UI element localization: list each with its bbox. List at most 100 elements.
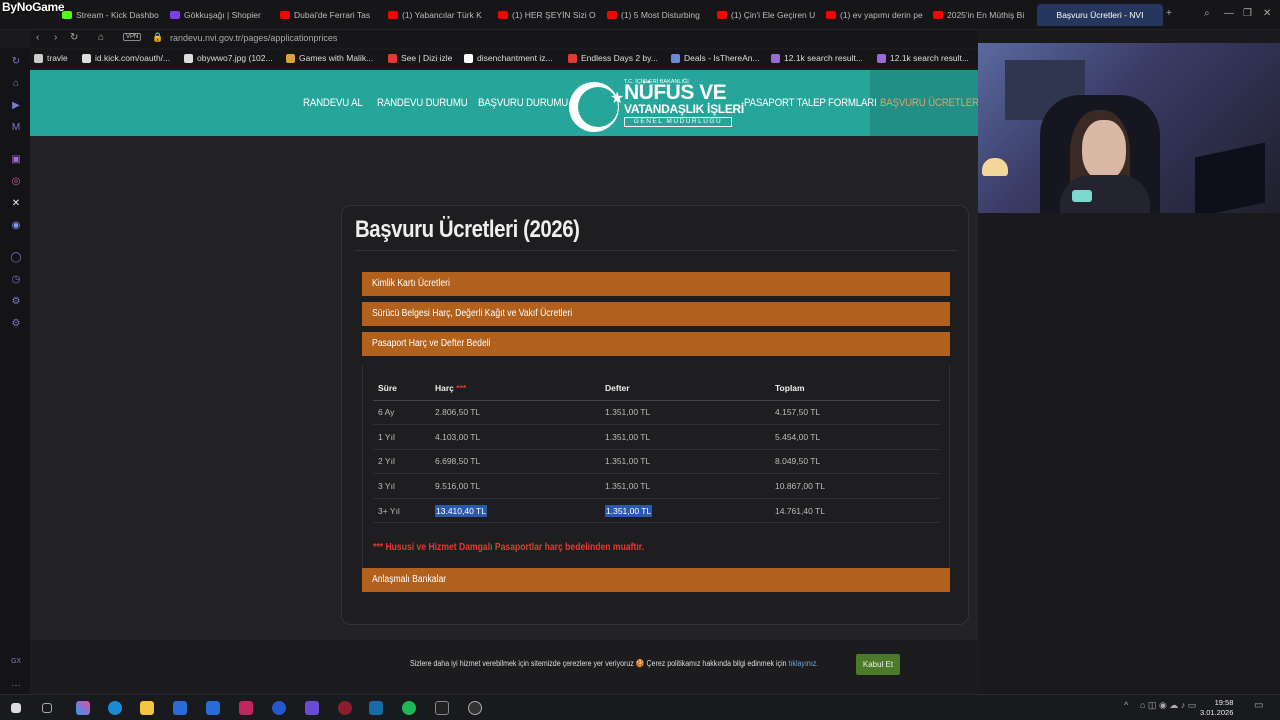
obs-icon[interactable]: [468, 701, 482, 715]
bookmark-item[interactable]: Games with Malik...: [286, 53, 373, 63]
browser-tab[interactable]: (1) Çin'i Ele Geçiren U: [717, 5, 815, 25]
bookmark-favicon-icon: [877, 53, 886, 63]
minimize-icon[interactable]: —: [1224, 8, 1234, 19]
settings-icon[interactable]: ⚙: [10, 318, 22, 330]
gx-icon[interactable]: GX: [10, 656, 22, 668]
webcam-face: [1082, 120, 1126, 180]
browser-tab[interactable]: Dubai'de Ferrari Tas: [280, 5, 378, 25]
table-cell: 13.410,40 TL: [430, 498, 600, 524]
table-cell: 2.806,50 TL: [430, 400, 600, 426]
store-icon[interactable]: [173, 701, 187, 715]
right-empty-area: [978, 213, 1280, 694]
x-icon[interactable]: ✕: [10, 198, 22, 210]
search-icon[interactable]: ⌕: [1204, 8, 1210, 19]
bookmark-item[interactable]: 12.1k search result...: [771, 53, 863, 63]
clock-icon[interactable]: ◷: [10, 274, 22, 286]
table-cell: 1.351,00 TL: [600, 400, 770, 426]
tab-favicon-icon: [170, 11, 180, 19]
accordion-surucu[interactable]: Sürücü Belgesi Harç, Değerli Kağıt ve Va…: [362, 302, 950, 326]
messenger-icon[interactable]: M: [10, 122, 22, 134]
app-icon-3[interactable]: [305, 701, 319, 715]
app-icon-1[interactable]: [239, 701, 253, 715]
notification-icon[interactable]: ▭: [1254, 700, 1263, 711]
bookmark-item[interactable]: Deals - IsThereAn...: [671, 53, 760, 63]
bookmark-item[interactable]: travle: [34, 53, 68, 63]
web-page: RANDEVU AL RANDEVU DURUMU BAŞVURU DURUMU…: [30, 70, 978, 694]
player-icon[interactable]: ▶: [10, 100, 22, 112]
browser-tab[interactable]: Stream - Kick Dashbo: [62, 5, 160, 25]
menu-pasaport-talep[interactable]: PASAPORT TALEP FORMLARI: [744, 97, 877, 109]
lock-icon[interactable]: 🔒: [152, 32, 163, 43]
tab-active[interactable]: Başvuru Ücretleri - NVI: [1037, 4, 1163, 26]
extension-icon[interactable]: ⚙: [10, 296, 22, 308]
bookmark-item[interactable]: id.kick.com/oauth/...: [82, 53, 170, 63]
bookmark-item[interactable]: 12.1k search result...: [877, 53, 969, 63]
epic-games-icon[interactable]: [435, 701, 449, 715]
table-cell: 5.454,00 TL: [770, 424, 940, 450]
maximize-icon[interactable]: ❐: [1243, 8, 1252, 19]
steam-icon[interactable]: [369, 701, 383, 715]
bookmark-label: Games with Malik...: [299, 53, 374, 63]
bookmark-item[interactable]: obywwo7.jpg (102...: [184, 53, 273, 63]
forward-icon[interactable]: ›: [54, 32, 57, 43]
vpn-badge[interactable]: VPN: [123, 33, 142, 41]
tab-favicon-icon: [826, 11, 836, 19]
url-field[interactable]: randevu.nvi.gov.tr/pages/applicationpric…: [170, 33, 337, 43]
menu-randevu-durumu[interactable]: RANDEVU DURUMU: [377, 97, 468, 109]
menu-basvuru-ucretleri[interactable]: BAŞVURU ÜCRETLERİ: [880, 97, 978, 109]
bookmark-item[interactable]: See | Dizi izle: [388, 53, 452, 63]
reload-icon[interactable]: ↻: [70, 32, 78, 43]
discord-icon[interactable]: ◉: [10, 220, 22, 232]
bookmark-favicon-icon: [286, 53, 295, 63]
table-cell: 1.351,00 TL: [600, 498, 770, 524]
tab-label: (1) Yabancılar Türk K: [402, 10, 482, 20]
mail-icon[interactable]: [206, 701, 220, 715]
browser-tab-bar: ByNoGame Stream - Kick Dashbo Gökkuşağı |…: [0, 0, 1280, 30]
stream-overlay-logo: ByNoGame: [2, 0, 65, 14]
menu-basvuru-durumu[interactable]: BAŞVURU DURUMU: [478, 97, 568, 109]
history-icon[interactable]: ↻: [10, 56, 22, 68]
browser-tab[interactable]: (1) ev yapımı derin pe: [826, 5, 924, 25]
system-clock[interactable]: 19:58 3.01.2026: [1200, 698, 1233, 718]
cookie-policy-link[interactable]: tıklayınız.: [789, 659, 819, 668]
twitch-icon[interactable]: ▣: [10, 154, 22, 166]
browser-tab[interactable]: (1) HER ŞEYİN Sizi Ol: [498, 5, 596, 25]
more-icon[interactable]: …: [10, 678, 22, 690]
table-cell: 1.351,00 TL: [600, 449, 770, 475]
opera-gx-icon[interactable]: [338, 701, 352, 715]
browser-tab[interactable]: (1) Yabancılar Türk K: [388, 5, 486, 25]
spotify-icon[interactable]: [402, 701, 416, 715]
instagram-icon[interactable]: ◎: [10, 176, 22, 188]
table-cell: 6 Ay: [373, 400, 430, 426]
table-row: 6 Ay 2.806,50 TL 1.351,00 TL 4.157,50 TL: [373, 400, 940, 426]
tray-chevron-icon[interactable]: ^: [1124, 700, 1128, 710]
table-cell: 2 Yıl: [373, 449, 430, 475]
app-icon-2[interactable]: [272, 701, 286, 715]
back-icon[interactable]: ‹: [36, 32, 39, 43]
accordion-kimlik[interactable]: Kimlik Kartı Ücretleri: [362, 272, 950, 296]
bookmark-item[interactable]: Endless Days 2 by...: [568, 53, 658, 63]
player-circle-icon[interactable]: ◯: [10, 252, 22, 264]
accept-cookies-button[interactable]: Kabul Et: [856, 654, 900, 675]
bookmark-favicon-icon: [34, 53, 43, 63]
divider: [355, 250, 957, 251]
copilot-icon[interactable]: [76, 701, 90, 715]
bookmark-label: Endless Days 2 by...: [581, 53, 658, 63]
close-icon[interactable]: ✕: [1263, 8, 1271, 19]
file-explorer-icon[interactable]: [140, 701, 154, 715]
accordion-pasaport[interactable]: Pasaport Harç ve Defter Bedeli: [362, 332, 950, 356]
tray-icons[interactable]: ⌂ ◫ ◉ ☁ ♪ ▭: [1140, 700, 1196, 711]
task-view-icon[interactable]: [42, 703, 52, 713]
browser-tab[interactable]: (1) 5 Most Disturbing: [607, 5, 705, 25]
new-tab-icon[interactable]: +: [1166, 8, 1172, 19]
browser-tab[interactable]: 2025'in En Müthiş Bi: [933, 5, 1031, 25]
menu-randevu-al[interactable]: RANDEVU AL: [303, 97, 363, 109]
page-title: Başvuru Ücretleri (2026): [355, 216, 580, 243]
windows-start-icon[interactable]: [11, 703, 21, 713]
edge-icon[interactable]: [108, 701, 122, 715]
bookmark-item[interactable]: disenchantment iz...: [464, 53, 553, 63]
home-icon[interactable]: ⌂: [98, 32, 104, 43]
accordion-bankalar[interactable]: Anlaşmalı Bankalar: [362, 568, 950, 592]
tabs-icon[interactable]: ⌂: [10, 78, 22, 90]
browser-tab[interactable]: Gökkuşağı | Shopier: [170, 5, 268, 25]
